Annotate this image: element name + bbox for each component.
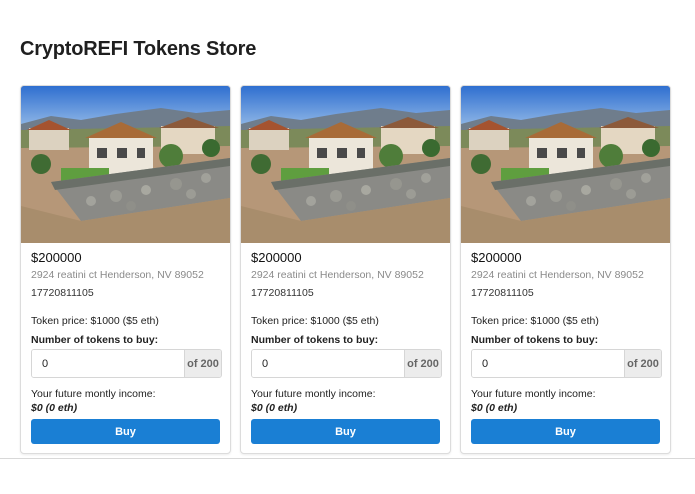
tokens-quantity-group: of 200	[251, 349, 442, 378]
property-address: 2924 reatini ct Henderson, NV 89052	[471, 269, 644, 281]
future-income-label: Your future montly income:	[471, 388, 596, 400]
property-photo	[241, 86, 450, 243]
token-price: Token price: $1000 ($5 eth)	[471, 315, 599, 327]
future-income-value: $0 (0 eth)	[471, 402, 518, 414]
future-income-label: Your future montly income:	[251, 388, 376, 400]
property-card: $200000 2924 reatini ct Henderson, NV 89…	[20, 85, 231, 454]
token-price: Token price: $1000 ($5 eth)	[31, 315, 159, 327]
future-income-label: Your future montly income:	[31, 388, 156, 400]
property-card: $200000 2924 reatini ct Henderson, NV 89…	[240, 85, 451, 454]
page-divider	[0, 458, 695, 459]
property-address: 2924 reatini ct Henderson, NV 89052	[31, 269, 204, 281]
property-card: $200000 2924 reatini ct Henderson, NV 89…	[460, 85, 671, 454]
buy-button[interactable]: Buy	[471, 419, 660, 444]
buy-button[interactable]: Buy	[251, 419, 440, 444]
tokens-quantity-input[interactable]	[32, 350, 184, 377]
tokens-quantity-label: Number of tokens to buy:	[471, 334, 599, 346]
property-card-list: $200000 2924 reatini ct Henderson, NV 89…	[20, 85, 671, 454]
tokens-quantity-group: of 200	[471, 349, 662, 378]
tokens-available-suffix: of 200	[184, 350, 221, 377]
property-address: 2924 reatini ct Henderson, NV 89052	[251, 269, 424, 281]
tokens-quantity-label: Number of tokens to buy:	[31, 334, 159, 346]
property-price: $200000	[471, 250, 522, 265]
tokens-available-suffix: of 200	[404, 350, 441, 377]
tokens-quantity-input[interactable]	[472, 350, 624, 377]
buy-button[interactable]: Buy	[31, 419, 220, 444]
tokens-available-suffix: of 200	[624, 350, 661, 377]
property-price: $200000	[251, 250, 302, 265]
page-title: CryptoREFI Tokens Store	[20, 38, 257, 60]
future-income-value: $0 (0 eth)	[31, 402, 78, 414]
property-photo	[461, 86, 670, 243]
property-id: 17720811105	[251, 287, 314, 299]
property-id: 17720811105	[31, 287, 94, 299]
future-income-value: $0 (0 eth)	[251, 402, 298, 414]
property-price: $200000	[31, 250, 82, 265]
property-photo	[21, 86, 230, 243]
tokens-quantity-label: Number of tokens to buy:	[251, 334, 379, 346]
property-id: 17720811105	[471, 287, 534, 299]
tokens-quantity-input[interactable]	[252, 350, 404, 377]
token-price: Token price: $1000 ($5 eth)	[251, 315, 379, 327]
tokens-quantity-group: of 200	[31, 349, 222, 378]
